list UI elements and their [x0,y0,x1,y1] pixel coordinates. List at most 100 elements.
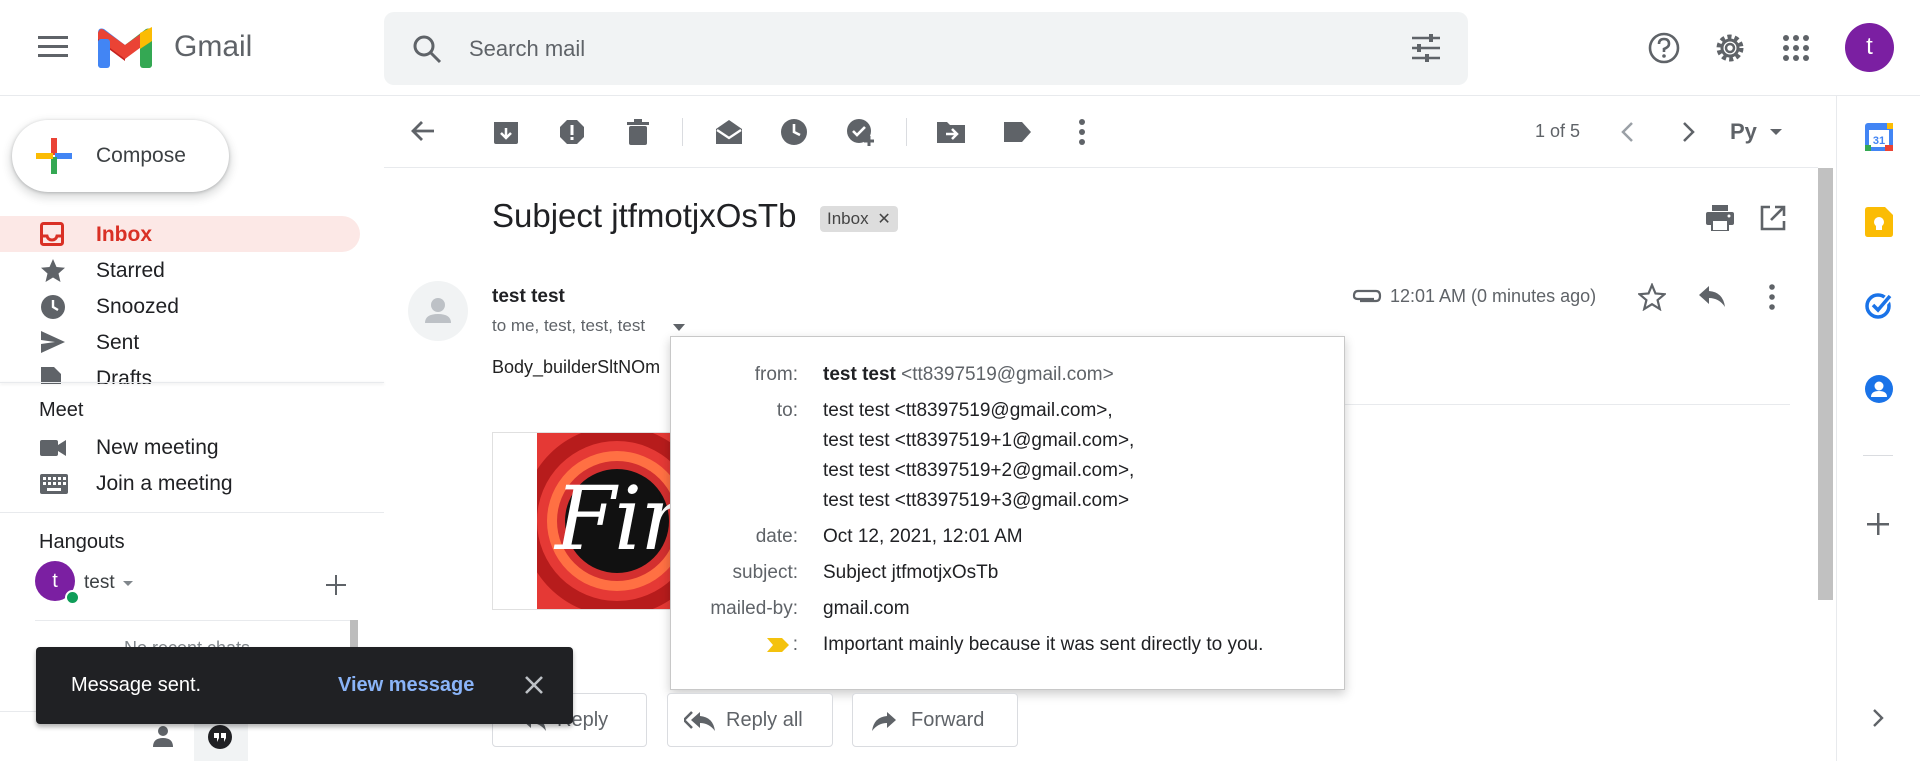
keyboard-icon [40,471,68,494]
move-to-icon[interactable] [936,118,965,146]
subject-value: Subject jtfmotjxOsTb [823,562,999,583]
apps-grid-icon[interactable] [1783,35,1809,61]
pagination-text: 1 of 5 [1535,121,1581,141]
message-subject: Subject jtfmotjxOsTb [492,197,797,234]
date-label: date: [755,526,798,547]
sidebar-item-inbox[interactable]: Inbox [0,216,360,252]
contacts-icon[interactable] [1865,375,1893,403]
get-addons-plus-icon[interactable] [1867,513,1889,535]
compose-label: Compose [96,144,186,167]
view-message-link[interactable]: View message [338,674,474,697]
toolbar-separator [906,118,907,146]
sidebar-item-label: Sent [96,331,140,354]
reply-all-button[interactable]: Reply all [667,693,833,747]
join-meeting-label: Join a meeting [96,472,233,495]
star-icon [40,258,66,284]
settings-gear-icon[interactable] [1713,31,1747,65]
newer-chevron-left-icon[interactable] [1620,121,1636,143]
snackbar-message: Message sent. [71,674,202,696]
sidebar-scroll-clip: Drafts [0,360,384,384]
to-recipient: test test <tt8397519@gmail.com>, [823,400,1113,421]
sender-avatar [408,281,468,341]
show-details-chevron-icon[interactable] [673,324,685,331]
message-scrollbar[interactable] [1818,168,1833,600]
older-chevron-right-icon[interactable] [1680,121,1696,143]
sidebar-item-label: Starred [96,259,165,282]
compose-button[interactable]: Compose [12,120,229,192]
print-icon[interactable] [1706,205,1734,231]
star-outline-icon[interactable] [1638,283,1666,311]
sidebar-item-snoozed[interactable]: Snoozed [0,288,360,324]
join-meeting-item[interactable]: Join a meeting [0,465,360,501]
badge-label: Inbox [827,209,869,228]
attachment-image-frame[interactable]: Fin [492,432,672,610]
input-tools-button[interactable]: Py [1730,119,1790,147]
from-label: from: [754,364,798,385]
app-title: Gmail [174,30,253,63]
toolbar-separator [682,118,683,146]
clock-icon [40,294,66,320]
inbox-label-badge[interactable]: Inbox ✕ [820,206,898,232]
report-spam-icon[interactable] [558,118,586,146]
online-status-dot [65,590,80,605]
new-meeting-label: New meeting [96,436,219,459]
message-details-popup: from: test test <tt8397519@gmail.com> to… [670,336,1345,690]
mark-unread-icon[interactable] [714,118,742,146]
contacts-person-icon[interactable] [152,725,174,747]
reply-arrow-icon[interactable] [1698,285,1726,309]
inbox-icon [40,222,64,246]
open-new-window-icon[interactable] [1760,205,1786,231]
snooze-clock-icon[interactable] [780,118,808,146]
to-recipient: test test <tt8397519+1@gmail.com>, [823,430,1135,451]
sidebar-item-starred[interactable]: Starred [0,252,360,288]
delete-trash-icon[interactable] [624,118,652,146]
new-meeting-item[interactable]: New meeting [0,429,360,465]
search-options-icon[interactable] [1411,34,1441,62]
show-side-panel-chevron-icon[interactable] [1871,708,1885,728]
forward-label: Forward [911,709,985,731]
forward-button[interactable]: Forward [852,693,1018,747]
message-more-vertical-icon[interactable] [1764,284,1780,310]
account-avatar[interactable]: t [1845,23,1894,72]
gmail-logo-icon[interactable] [98,27,152,68]
search-bar[interactable]: Search mail [384,12,1468,85]
sidebar-item-label: Inbox [96,223,152,246]
to-recipient: test test <tt8397519+2@gmail.com>, [823,460,1135,481]
tasks-icon[interactable] [1865,291,1893,319]
from-email: <tt8397519@gmail.com> [901,364,1114,385]
calendar-icon[interactable]: 31 [1865,123,1893,151]
add-hangout-icon[interactable] [326,575,346,595]
hangouts-quote-icon [207,725,233,751]
keep-notes-icon[interactable] [1865,207,1893,237]
hangouts-user-name[interactable]: test [84,572,115,594]
snackbar-close-icon[interactable] [524,675,544,695]
remove-label-close-icon[interactable]: ✕ [877,211,890,228]
hangouts-avatar-initial: t [52,570,58,592]
sender-name: test test [492,286,565,307]
archive-icon[interactable] [492,118,520,146]
send-icon [40,330,66,354]
back-arrow-icon[interactable] [410,118,436,144]
video-camera-icon [40,435,66,457]
label-tag-icon[interactable] [1002,118,1031,146]
chevron-down-icon[interactable] [123,581,133,586]
sidebar-item-drafts[interactable]: Drafts [0,360,360,384]
message-body: Body_builderSltNOm [492,357,661,377]
sidebar-item-sent[interactable]: Sent [0,324,360,360]
help-icon[interactable] [1647,31,1681,65]
more-vertical-icon[interactable] [1068,118,1096,146]
recipients-line: to me, test, test, test [492,316,646,335]
date-value: Oct 12, 2021, 12:01 AM [823,526,1023,547]
toolbar-divider [384,167,1818,168]
top-bar: Gmail Search mail t [0,0,1920,96]
search-icon[interactable] [412,34,442,64]
add-to-tasks-icon[interactable] [846,118,874,146]
mailed-by-label: mailed-by: [710,598,798,619]
sidebar-item-label: Snoozed [96,295,179,318]
reply-all-label: Reply all [726,709,803,731]
main-menu-icon[interactable] [38,34,68,58]
attachment-image-text: Fin [555,467,671,570]
search-input[interactable]: Search mail [469,36,585,62]
importance-marker-icon [766,637,790,653]
message-time: 12:01 AM (0 minutes ago) [1390,286,1597,306]
